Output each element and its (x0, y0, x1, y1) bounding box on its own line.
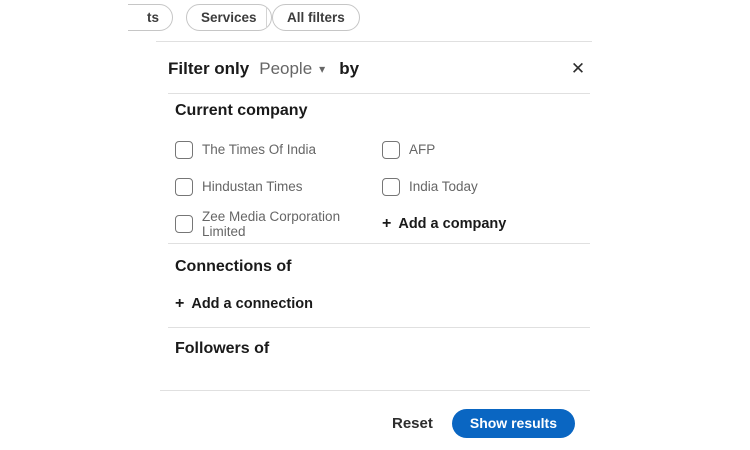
checkbox-icon[interactable] (175, 177, 193, 196)
connections-of-title: Connections of (175, 258, 292, 275)
modal-footer: Reset Show results (168, 405, 575, 441)
reset-button[interactable]: Reset (390, 411, 435, 436)
close-icon[interactable]: ✕ (564, 55, 592, 83)
plus-icon: + (175, 295, 185, 312)
company-option-afp[interactable]: AFP (382, 140, 590, 159)
current-company-divider (168, 243, 590, 244)
add-connection-label: Add a connection (191, 296, 313, 312)
current-company-options: The Times Of India AFP Hindustan Times I… (175, 131, 590, 242)
company-option-india-today[interactable]: India Today (382, 177, 590, 196)
company-option-label: India Today (409, 179, 478, 194)
company-option-times-of-india[interactable]: The Times Of India (175, 140, 382, 159)
add-company-button[interactable]: + Add a company (382, 214, 590, 232)
add-connection-button[interactable]: + Add a connection (175, 295, 313, 313)
current-company-title: Current company (175, 102, 308, 119)
checkbox-icon[interactable] (382, 177, 400, 196)
checkbox-icon[interactable] (175, 214, 193, 233)
plus-icon: + (382, 214, 392, 232)
company-option-label: Zee Media Corporation Limited (202, 208, 341, 239)
header-divider (168, 93, 590, 94)
search-filters-screen: ts Services All filters Filter only Peop… (0, 0, 750, 450)
modal-top-divider (156, 41, 592, 42)
followers-divider (160, 390, 590, 391)
filter-pill-partial[interactable]: ts (128, 4, 173, 31)
show-results-button[interactable]: Show results (451, 408, 575, 438)
filter-only-label: Filter only (168, 59, 250, 78)
caret-down-icon: ▾ (319, 62, 326, 76)
filter-pill-partial-clip: ts (128, 4, 173, 32)
entity-type-value: People (259, 59, 313, 78)
filter-pill-all-filters[interactable]: All filters (272, 4, 360, 31)
company-option-label: Hindustan Times (202, 179, 303, 194)
entity-type-dropdown[interactable]: People ▾ (259, 59, 325, 79)
connections-divider (168, 327, 590, 328)
checkbox-icon[interactable] (382, 140, 400, 159)
modal-header: Filter only People ▾ by ✕ (168, 55, 592, 83)
company-option-zee-media[interactable]: Zee Media Corporation Limited (175, 209, 382, 239)
company-option-hindustan-times[interactable]: Hindustan Times (175, 177, 382, 196)
by-label: by (339, 59, 360, 78)
filter-pill-services[interactable]: Services (186, 4, 272, 31)
company-option-label: AFP (409, 142, 436, 157)
followers-of-title: Followers of (175, 340, 270, 357)
checkbox-icon[interactable] (175, 140, 193, 159)
pill-bar-divider (266, 8, 267, 28)
company-option-label: The Times Of India (202, 142, 317, 157)
add-company-label: Add a company (398, 215, 507, 232)
